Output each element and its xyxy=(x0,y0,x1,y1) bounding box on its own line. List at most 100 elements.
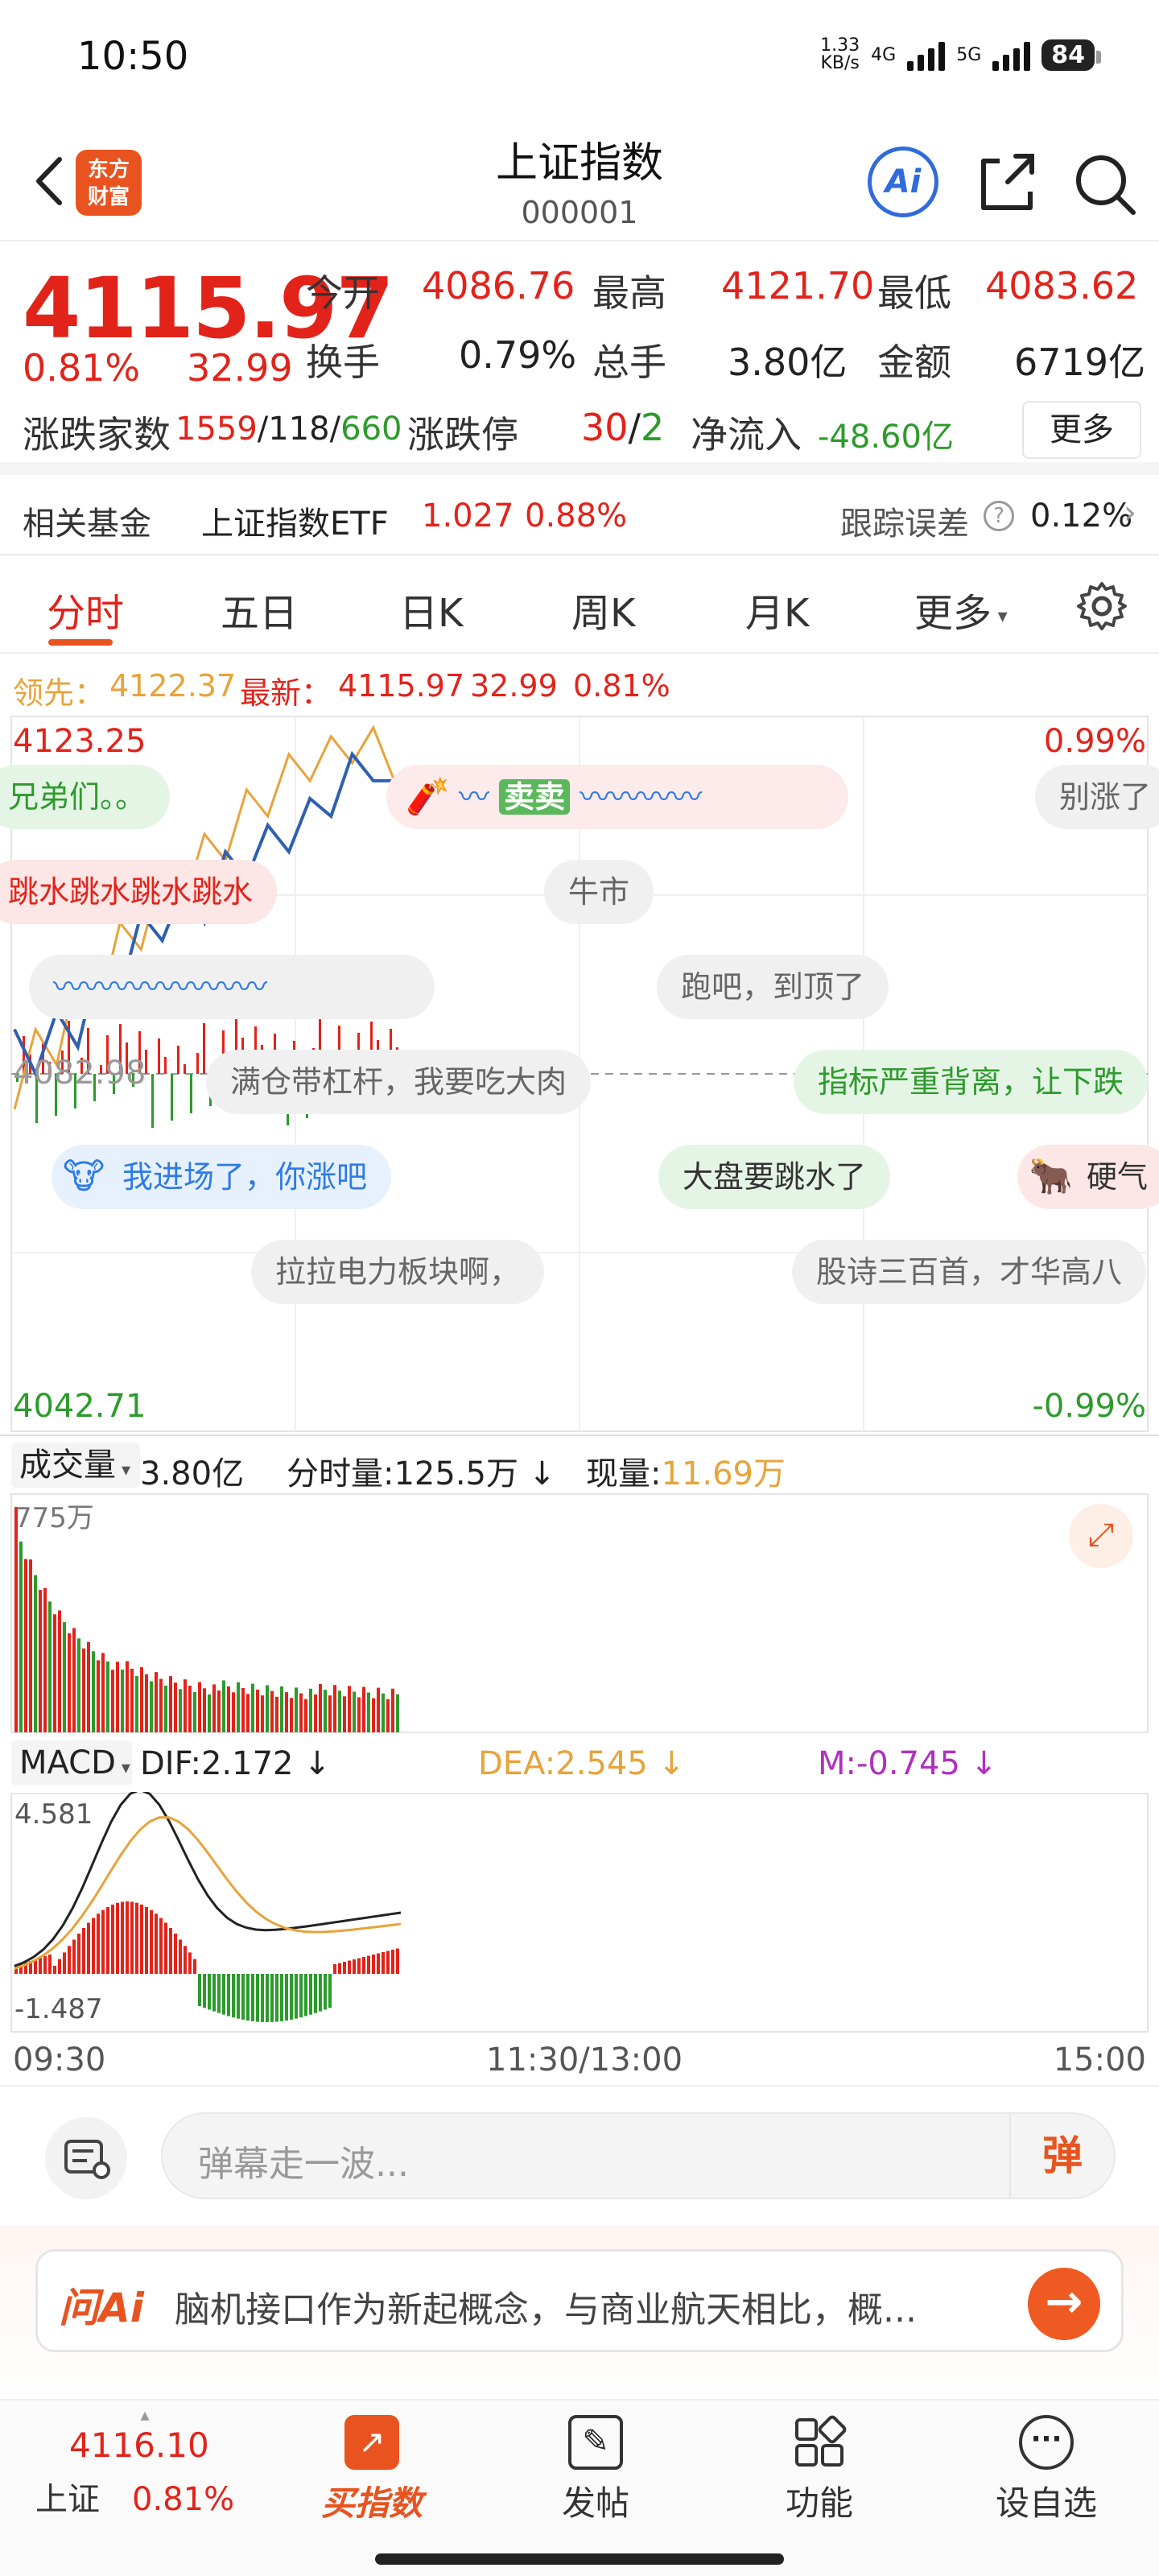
danmaku-bubble[interactable]: 兄弟们。。 xyxy=(0,765,171,829)
danmaku-toggle-button[interactable]: 弹 xyxy=(1009,2114,1114,2198)
macd-bar xyxy=(188,1952,192,1974)
macd-bar xyxy=(309,1974,312,2015)
tab-five-day[interactable]: 五日 xyxy=(221,581,298,638)
y-top-label: 4123.25 xyxy=(13,723,146,760)
arrow-right-icon[interactable]: → xyxy=(1028,2268,1100,2340)
index-mini-quote[interactable]: ▴ 4116.10 上证 0.81% xyxy=(24,2405,266,2520)
ask-ai-box[interactable]: 问Ai 脑机接口作为新起概念，与商业航天相比，概... → xyxy=(35,2249,1124,2352)
danmaku-bubble[interactable]: 🐂 硬气 xyxy=(1017,1145,1159,1209)
macd-bar xyxy=(92,1918,95,1974)
macd-bar xyxy=(203,1974,206,2008)
danmaku-bubble-sell[interactable]: 🧨 〰 卖卖 〰〰〰〰 xyxy=(386,765,848,829)
volume-bar xyxy=(338,1690,341,1732)
macd-chart[interactable]: 4.581 -1.487 xyxy=(0,1792,1159,2033)
down-count: 660 xyxy=(340,411,402,448)
volume-bar xyxy=(188,1686,192,1732)
home-indicator xyxy=(375,2553,784,2565)
danmaku-bubble[interactable]: 股诗三百首，才华高八 xyxy=(792,1240,1147,1304)
macd-bar xyxy=(198,1974,201,2006)
period-volume: 分时量:125.5万 ↓ xyxy=(287,1447,555,1494)
macd-bar xyxy=(217,1974,221,2013)
volume-bar xyxy=(203,1688,206,1732)
volume-bar xyxy=(324,1690,327,1732)
nav-post[interactable]: ✎ 发帖 xyxy=(515,2415,676,2525)
search-icon[interactable] xyxy=(1066,145,1143,222)
limit-values: 30/2 xyxy=(581,406,664,449)
volume-bar xyxy=(251,1683,254,1732)
danmaku-input[interactable]: 弹幕走一波... 弹 xyxy=(161,2112,1116,2199)
danmaku-bubble[interactable]: 拉拉电力板块啊， xyxy=(251,1240,545,1304)
intraday-bar xyxy=(184,1064,186,1074)
macd-label: MACD xyxy=(19,1744,116,1781)
avatar-icon: 🐮 xyxy=(63,1156,105,1197)
volume-bar xyxy=(68,1633,71,1732)
volume-bar xyxy=(179,1689,182,1732)
ask-ai-text: 脑机接口作为新起概念，与商业航天相比，概... xyxy=(175,2289,917,2330)
danmaku-bubble[interactable]: 大盘要跳水了 xyxy=(658,1145,891,1209)
ai-button[interactable]: Ai xyxy=(868,147,938,217)
tab-daily-k[interactable]: 日K xyxy=(399,581,463,638)
volume-bar xyxy=(261,1695,264,1732)
macd-bar xyxy=(256,1974,259,2022)
danmaku-bubble[interactable]: 跑吧，到顶了 xyxy=(657,955,889,1019)
danmaku-settings-icon[interactable] xyxy=(45,2117,127,2199)
volume-bar xyxy=(328,1695,332,1732)
volume-bar xyxy=(63,1622,66,1732)
volume-bar xyxy=(164,1685,167,1732)
macd-chart-svg xyxy=(10,1792,1149,2033)
volume-selector[interactable]: 成交量 ▾ xyxy=(11,1443,140,1488)
macd-bar xyxy=(386,1951,390,1974)
macd-bar xyxy=(270,1974,274,2022)
status-icons: 1.33 KB/s 4G 5G 84 xyxy=(820,32,1101,77)
latest-label: 最新： xyxy=(240,675,332,711)
signal-icon xyxy=(907,39,946,71)
tab-weekly-k[interactable]: 周K xyxy=(571,581,635,638)
nav-add-watchlist[interactable]: ··· 设自选 xyxy=(966,2415,1127,2525)
volume-bar xyxy=(208,1694,211,1732)
danmaku-bubble[interactable]: 满仓带杠杆，我要吃大肉 xyxy=(206,1050,592,1114)
danmaku-bubble[interactable]: 🐮 我进场了，你涨吧 xyxy=(52,1145,392,1209)
volume-bar xyxy=(58,1610,61,1732)
volume-bar xyxy=(314,1694,317,1732)
settings-gear-icon[interactable] xyxy=(1075,580,1128,633)
help-icon[interactable]: ? xyxy=(984,501,1014,531)
intraday-chart[interactable]: 4123.25 0.99% 4082.98 4042.71 -0.99% 兄弟们… xyxy=(0,715,1159,1433)
danmaku-bubble[interactable]: 别涨了 xyxy=(1035,765,1159,829)
nav-buy-index[interactable]: ↗ 买指数 xyxy=(291,2415,452,2525)
nav-functions[interactable]: 功能 xyxy=(739,2415,900,2525)
danmaku-bubble-waves[interactable]: 〰〰〰〰〰〰〰 xyxy=(29,955,435,1019)
macd-dif-value: DIF:2.172 xyxy=(140,1745,294,1782)
macd-header: MACD ▾ DIF:2.172 ↓ DEA:2.545 ↓ M:-0.745 … xyxy=(0,1734,1159,1792)
volume-bar xyxy=(367,1692,370,1732)
related-fund-row[interactable]: 相关基金 上证指数ETF 1.027 0.88% 跟踪误差 ? 0.12% › xyxy=(0,475,1159,555)
volume-chart[interactable]: 775万 ⤢ xyxy=(0,1492,1159,1734)
macd-bar xyxy=(72,1939,76,1974)
mini-index-row: 上证 0.81% xyxy=(24,2473,266,2520)
tab-more[interactable]: 更多 ▾ xyxy=(914,581,1008,638)
expand-icon[interactable]: ⤢ xyxy=(1069,1504,1133,1568)
share-icon[interactable] xyxy=(967,145,1045,222)
volume-bar xyxy=(290,1698,293,1732)
more-dots-icon: ··· xyxy=(1019,2415,1074,2470)
netflow-label: 净流入 xyxy=(691,413,802,456)
danmaku-bubble[interactable]: 指标严重背离，让下跌 xyxy=(794,1050,1149,1114)
macd-bar xyxy=(58,1959,61,1974)
latest-change: 32.99 xyxy=(470,668,558,704)
volume-bar xyxy=(34,1575,37,1732)
breadth-values: 1559/118/660 xyxy=(175,411,402,448)
tracking-error-label: 跟踪误差 xyxy=(840,506,969,543)
volume-bar xyxy=(169,1676,172,1732)
macd-bar xyxy=(304,1974,307,2017)
macd-bar xyxy=(212,1974,216,2012)
low-label: 最低 xyxy=(877,271,951,315)
more-button[interactable]: 更多 xyxy=(1022,401,1141,459)
tab-monthly-k[interactable]: 月K xyxy=(745,581,809,638)
volume-value: 3.80亿 xyxy=(728,341,848,384)
tab-intraday[interactable]: 分时 xyxy=(47,581,124,638)
macd-selector[interactable]: MACD ▾ xyxy=(11,1740,132,1785)
danmaku-bubble[interactable]: 牛市 xyxy=(544,860,654,924)
high-label: 最高 xyxy=(592,271,666,315)
danmaku-bubble[interactable]: 跳水跳水跳水跳水 xyxy=(0,860,278,924)
volume-bars xyxy=(14,1507,399,1732)
open-value: 4086.76 xyxy=(422,264,575,308)
